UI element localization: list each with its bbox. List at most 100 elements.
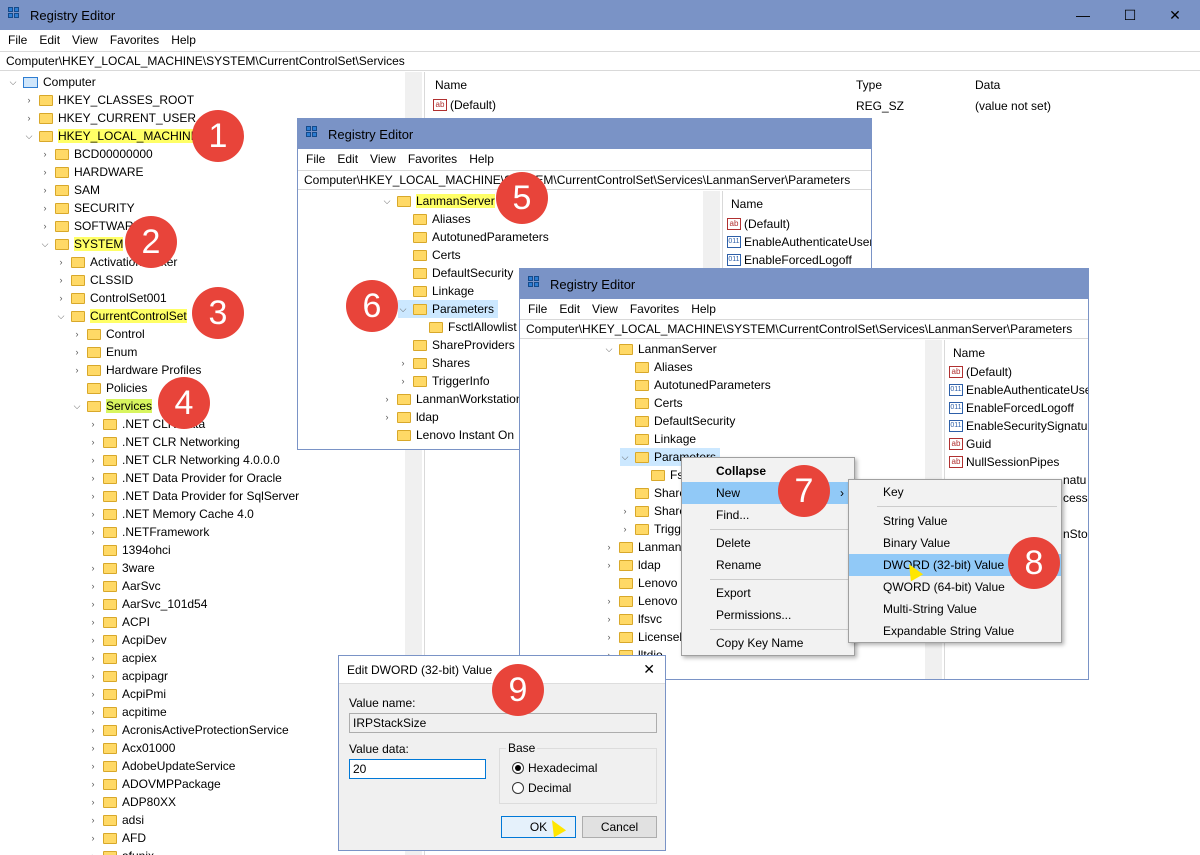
tree-node[interactable]: › SAM — [40, 181, 101, 199]
chevron-right-icon[interactable]: › — [88, 599, 98, 609]
tree-node[interactable]: ⌵ SYSTEM — [40, 235, 124, 253]
chevron-right-icon[interactable]: › — [88, 707, 98, 717]
tree-node[interactable]: ⌵ Computer — [8, 73, 96, 91]
chevron-right-icon[interactable]: › — [88, 437, 98, 447]
tree-node[interactable]: Share — [620, 484, 686, 502]
chevron-right-icon[interactable]: › — [398, 376, 408, 386]
tree-node[interactable]: › .NETFramework — [88, 523, 210, 541]
menu-help[interactable]: Help — [691, 302, 716, 316]
tree-node[interactable]: › AcpiPmi — [88, 685, 167, 703]
tree-node[interactable]: › TriggerInfo — [398, 372, 490, 390]
column-header-name[interactable]: Name — [731, 197, 763, 211]
chevron-right-icon[interactable]: › — [88, 419, 98, 429]
value-row[interactable]: 011EnableAuthenticateUserSharing — [727, 235, 871, 249]
tree-node[interactable]: › ADOVMPPackage — [88, 775, 221, 793]
close-button[interactable]: ✕ — [1152, 0, 1198, 30]
tree-node[interactable]: › AarSvc_101d54 — [88, 595, 208, 613]
value-row[interactable]: 011 EnableSecuritySignatur — [949, 419, 1088, 433]
tree-node[interactable]: AutotunedParameters — [620, 376, 771, 394]
tree-node[interactable]: › CLSSID — [56, 271, 134, 289]
tree-node[interactable]: › LanmanWorkstation — [382, 390, 523, 408]
minimize-button[interactable]: — — [1060, 0, 1106, 30]
tree-node[interactable]: › Enum — [72, 343, 138, 361]
column-header-name[interactable]: Name — [953, 346, 985, 360]
tree-node[interactable]: Linkage — [620, 430, 696, 448]
chevron-right-icon[interactable]: › — [382, 412, 392, 422]
chevron-right-icon[interactable]: › — [382, 394, 392, 404]
tree-node[interactable]: › 3ware — [88, 559, 155, 577]
chevron-right-icon[interactable]: › — [40, 185, 50, 195]
ok-button[interactable]: OK — [501, 816, 576, 838]
tree-node[interactable]: › BCD00000000 — [40, 145, 153, 163]
chevron-down-icon[interactable]: ⌵ — [620, 452, 630, 463]
menu-item-permissions[interactable]: Permissions... — [682, 604, 854, 626]
tree-node[interactable]: › ACPI — [88, 613, 151, 631]
tree-node[interactable]: › HARDWARE — [40, 163, 144, 181]
value-row-partial[interactable]: cess — [1063, 491, 1088, 505]
menu-item-rename[interactable]: Rename — [682, 554, 854, 576]
chevron-right-icon[interactable]: › — [88, 797, 98, 807]
tree-node-selected[interactable]: ⌵Parameters — [398, 300, 499, 318]
cancel-button[interactable]: Cancel — [582, 816, 657, 838]
tree-node[interactable]: DefaultSecurity — [398, 264, 513, 282]
menu-item-copy-key-name[interactable]: Copy Key Name — [682, 632, 854, 654]
tree-node[interactable]: › AFD — [88, 829, 147, 847]
value-row-partial[interactable]: nSto — [1063, 527, 1088, 541]
menu-item-find[interactable]: Find... — [682, 504, 854, 526]
value-data-input[interactable]: 20 — [349, 759, 486, 779]
column-header-data[interactable]: Data — [975, 78, 1000, 92]
chevron-right-icon[interactable]: › — [604, 542, 614, 552]
tree-node[interactable]: › ldap — [604, 556, 661, 574]
tree-node[interactable]: › .NET Data Provider for Oracle — [88, 469, 282, 487]
value-row[interactable]: ab (Default) — [433, 98, 496, 112]
value-row[interactable]: 011 EnableAuthenticateUse — [949, 383, 1088, 397]
tree-node[interactable]: ⌵ LanmanServer — [382, 192, 495, 210]
value-row[interactable]: ab NullSessionPipes — [949, 455, 1059, 469]
chevron-down-icon[interactable]: ⌵ — [40, 239, 50, 250]
menu-item-export[interactable]: Export — [682, 582, 854, 604]
chevron-right-icon[interactable]: › — [24, 113, 34, 123]
menu-file[interactable]: File — [306, 152, 325, 166]
tree-node[interactable]: › Shares — [398, 354, 471, 372]
chevron-right-icon[interactable]: › — [88, 635, 98, 645]
chevron-right-icon[interactable]: › — [88, 455, 98, 465]
chevron-down-icon[interactable]: ⌵ — [382, 196, 392, 207]
tree-node[interactable]: › Acx01000 — [88, 739, 176, 757]
chevron-right-icon[interactable]: › — [604, 614, 614, 624]
tree-node[interactable]: › AdobeUpdateService — [88, 757, 236, 775]
chevron-right-icon[interactable]: › — [604, 632, 614, 642]
tree-node[interactable]: › acpitime — [88, 703, 167, 721]
chevron-right-icon[interactable]: › — [40, 149, 50, 159]
chevron-down-icon[interactable]: ⌵ — [24, 131, 34, 142]
chevron-right-icon[interactable]: › — [620, 524, 630, 534]
chevron-right-icon[interactable]: › — [88, 743, 98, 753]
menu-edit[interactable]: Edit — [337, 152, 358, 166]
tree-node[interactable]: ⌵ LanmanServer — [604, 340, 717, 358]
chevron-down-icon[interactable]: ⌵ — [8, 77, 18, 88]
chevron-right-icon[interactable]: › — [72, 365, 82, 375]
tree-node[interactable]: › Control — [72, 325, 145, 343]
address-bar[interactable]: Computer\HKEY_LOCAL_MACHINE\SYSTEM\Curre… — [0, 51, 1200, 71]
value-row[interactable]: 011 EnableForcedLogoff — [949, 401, 1074, 415]
chevron-right-icon[interactable]: › — [88, 851, 98, 855]
chevron-right-icon[interactable]: › — [88, 779, 98, 789]
submenu-item-key[interactable]: Key — [849, 481, 1061, 503]
tree-node[interactable]: › acpipagr — [88, 667, 169, 685]
menu-view[interactable]: View — [592, 302, 618, 316]
tree-node[interactable]: › HKEY_CURRENT_USER — [24, 109, 197, 127]
tree-node[interactable]: DefaultSecurity — [620, 412, 735, 430]
tree-node[interactable]: ›afunix — [88, 847, 154, 855]
submenu-item-multi-string-value[interactable]: Multi-String Value — [849, 598, 1061, 620]
tree-node[interactable]: › Lenovo — [604, 592, 678, 610]
maximize-button[interactable]: ☐ — [1107, 0, 1153, 30]
tree-node[interactable]: › lfsvc — [604, 610, 663, 628]
tree-node[interactable]: › .NET Memory Cache 4.0 — [88, 505, 254, 523]
tree-node[interactable]: Lenovo — [604, 574, 677, 592]
chevron-down-icon[interactable]: ⌵ — [56, 311, 66, 322]
tree-node[interactable]: Certs — [620, 394, 683, 412]
chevron-right-icon[interactable]: › — [88, 815, 98, 825]
menu-edit[interactable]: Edit — [559, 302, 580, 316]
tree-node[interactable]: › Trigg — [620, 520, 681, 538]
value-row[interactable]: ab Guid — [949, 437, 991, 451]
chevron-right-icon[interactable]: › — [72, 347, 82, 357]
